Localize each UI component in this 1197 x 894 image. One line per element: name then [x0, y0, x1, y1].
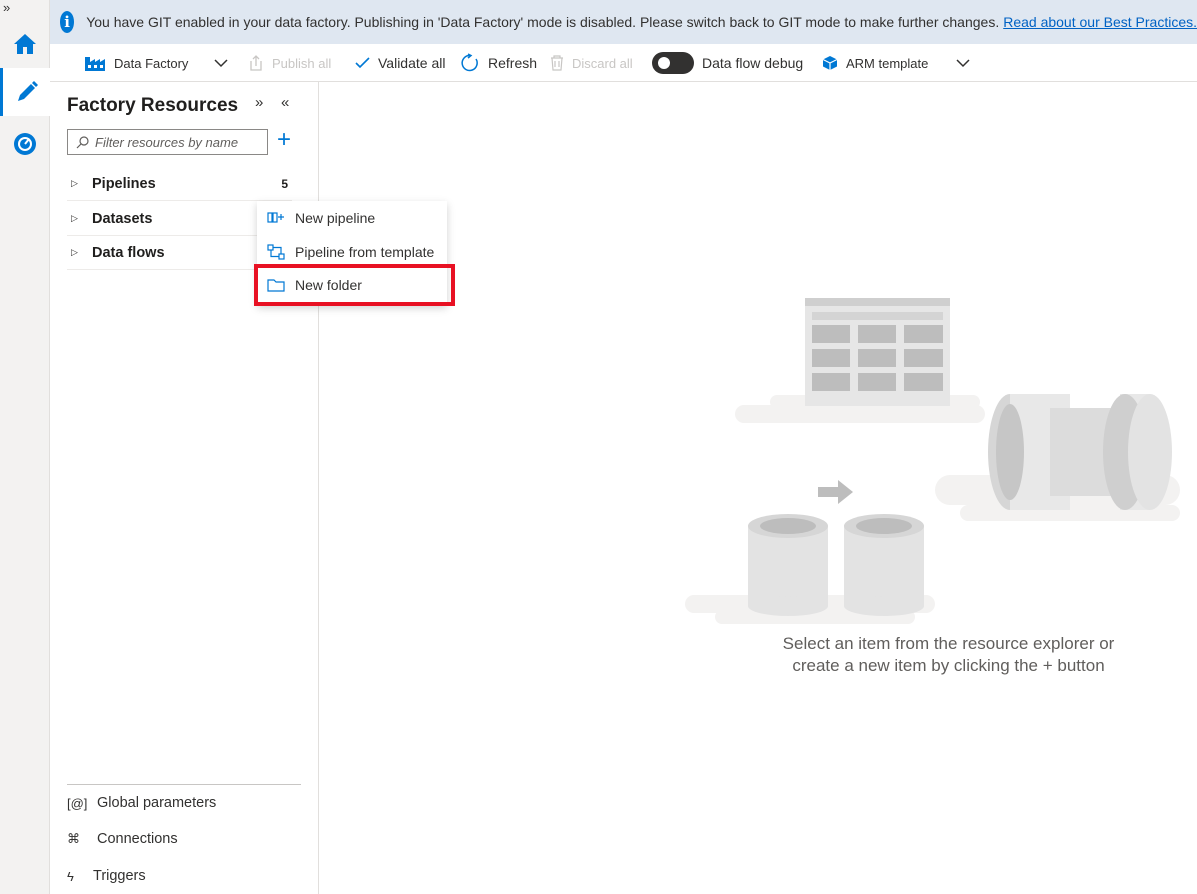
pipeline-icon — [267, 211, 284, 223]
factory-icon — [85, 57, 105, 71]
trash-icon — [551, 55, 563, 71]
discard-all-button[interactable]: Discard all — [550, 44, 633, 82]
menu-item-label: Pipeline from template — [295, 243, 435, 260]
triggers-icon: ϟ — [67, 868, 74, 884]
global-parameters-link[interactable]: [@] Global parameters — [67, 795, 216, 811]
arm-template-label: ARM template — [846, 55, 929, 71]
git-info-banner: i You have GIT enabled in your data fact… — [50, 0, 1197, 44]
empty-state-illustration — [685, 298, 1180, 624]
arm-template-dropdown[interactable]: ARM template — [822, 44, 978, 82]
add-resource-button[interactable]: + — [277, 127, 291, 153]
pipelines-count: 5 — [281, 176, 288, 191]
factory-mode-dropdown[interactable]: Data Factory — [84, 44, 236, 82]
empty-state-message: Select an item from the resource explore… — [700, 633, 1197, 677]
search-icon — [76, 135, 89, 148]
panel-title: Factory Resources — [67, 95, 239, 116]
validate-all-button[interactable]: Validate all — [355, 44, 445, 82]
home-icon[interactable] — [0, 20, 50, 68]
menu-item-new-pipeline[interactable]: New pipeline — [257, 201, 447, 234]
tree-item-label: Datasets — [92, 210, 153, 227]
tree-item-pipelines[interactable]: ▷ Pipelines 5 — [67, 167, 292, 201]
tree-item-label: Data flows — [92, 244, 165, 261]
caret-right-icon[interactable]: ▷ — [71, 213, 79, 224]
tree-item-label: Pipelines — [92, 175, 156, 192]
menu-item-label: New pipeline — [295, 209, 376, 226]
triggers-link[interactable]: ϟ Triggers — [67, 868, 146, 884]
filter-placeholder: Filter resources by name — [95, 134, 239, 150]
refresh-button[interactable]: Refresh — [460, 44, 537, 82]
expand-rail-button[interactable]: » — [3, 0, 10, 15]
validate-all-label: Validate all — [378, 55, 446, 71]
collapse-panel-icon[interactable]: « — [281, 94, 289, 111]
global-parameters-icon: [@] — [67, 795, 88, 811]
caret-right-icon[interactable]: ▷ — [71, 178, 79, 189]
filter-resources-input[interactable]: Filter resources by name — [67, 129, 268, 155]
bottom-item-label: Connections — [97, 831, 178, 847]
info-icon: i — [60, 11, 75, 33]
empty-state-line-1: Select an item from the resource explore… — [782, 634, 1115, 653]
monitor-icon[interactable] — [0, 120, 50, 168]
template-icon — [267, 243, 285, 260]
empty-state-line-2: create a new item by clicking the + butt… — [792, 656, 1105, 675]
bottom-item-label: Global parameters — [97, 795, 217, 811]
factory-label: Data Factory — [114, 55, 189, 71]
publish-all-button[interactable]: Publish all — [248, 44, 331, 82]
data-flow-debug-label: Data flow debug — [702, 55, 804, 71]
checkmark-icon — [355, 57, 370, 69]
divider — [67, 784, 301, 785]
caret-right-icon[interactable]: ▷ — [71, 247, 79, 258]
toggle-switch[interactable] — [652, 52, 694, 74]
publish-all-label: Publish all — [272, 55, 332, 71]
refresh-label: Refresh — [488, 55, 538, 71]
arm-cube-icon — [822, 56, 838, 70]
banner-message: You have GIT enabled in your data factor… — [86, 14, 1000, 30]
connections-link[interactable]: ⌘ Connections — [67, 831, 178, 847]
refresh-icon — [461, 53, 478, 72]
left-nav-rail: » — [0, 0, 50, 894]
discard-all-label: Discard all — [572, 55, 633, 71]
collapse-all-icon[interactable]: » — [255, 94, 263, 111]
chevron-down-icon — [214, 59, 228, 68]
best-practices-link[interactable]: Read about our Best Practices. — [1003, 14, 1197, 30]
chevron-down-icon — [956, 59, 970, 68]
author-pencil-icon[interactable] — [0, 68, 50, 116]
toolbar: Data Factory Publish all Validate all Re… — [50, 44, 1197, 82]
highlight-box — [254, 264, 455, 306]
bottom-item-label: Triggers — [93, 868, 146, 884]
data-flow-debug-toggle[interactable]: Data flow debug — [652, 44, 803, 82]
connections-icon: ⌘ — [67, 831, 80, 846]
publish-icon — [250, 55, 262, 71]
